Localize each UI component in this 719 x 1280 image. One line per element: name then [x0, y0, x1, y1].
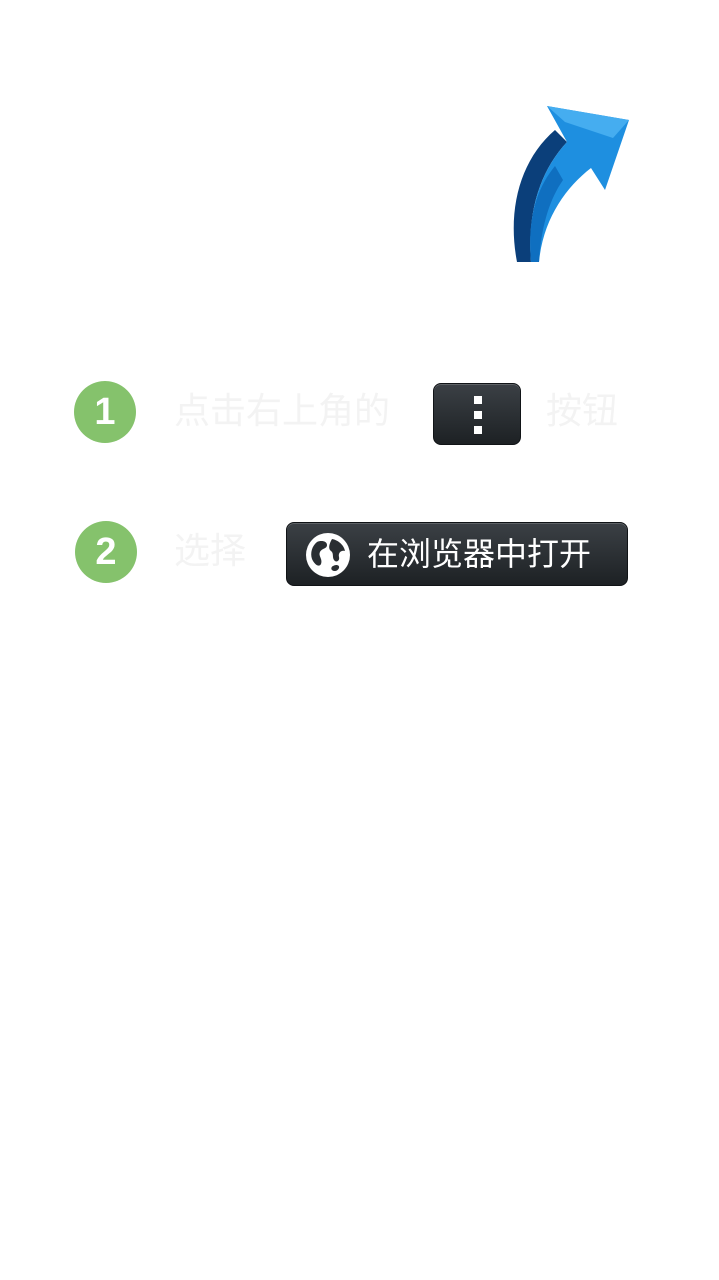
- globe-icon: [306, 533, 350, 577]
- step-2: 2 选择 在浏览器中打开: [0, 517, 719, 587]
- menu-button[interactable]: [433, 383, 521, 445]
- step-1-text-before: 点击右上角的: [174, 391, 391, 432]
- step-1-text-after: 按钮: [546, 391, 619, 432]
- curved-arrow-up-right-icon: [513, 106, 629, 262]
- open-in-browser-label: 在浏览器中打开: [367, 535, 592, 573]
- step-1: 1 点击右上角的 按钮: [0, 377, 719, 447]
- step-number-badge: 1: [74, 381, 136, 443]
- open-in-browser-guide: 1 点击右上角的 按钮 2 选择 在浏览器中打开: [0, 0, 719, 1280]
- vertical-dots-menu-icon: [474, 396, 482, 434]
- open-in-browser-button[interactable]: 在浏览器中打开: [286, 522, 628, 586]
- step-2-text-before: 选择: [174, 531, 247, 572]
- step-number-badge: 2: [75, 521, 137, 583]
